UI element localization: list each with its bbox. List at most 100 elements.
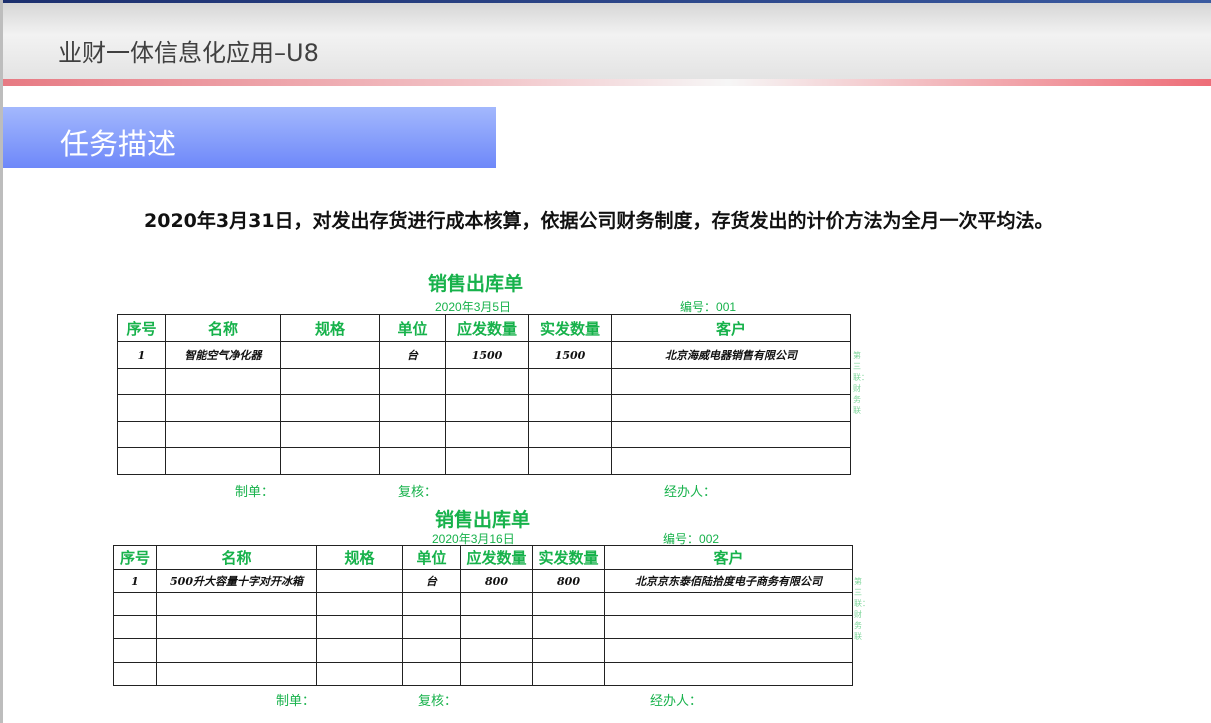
form-date: 2020年3月5日 bbox=[435, 300, 512, 314]
sign-reviewer: 复核： bbox=[398, 485, 438, 500]
table-cell bbox=[280, 394, 380, 422]
table-cell: 1 bbox=[117, 341, 166, 369]
table-cell bbox=[113, 615, 157, 639]
sign-reviewer: 复核： bbox=[418, 694, 458, 709]
table-cell bbox=[316, 638, 403, 663]
table-cell bbox=[379, 421, 446, 448]
table-row bbox=[113, 662, 853, 686]
copy-note: 第三联：财务联 bbox=[854, 577, 870, 641]
sales-outbound-table: 序号 名称 规格 单位 应发数量 实发数量 客户 1 500升大容量十字对开冰箱台 800 800 北… bbox=[113, 545, 853, 686]
table-cell bbox=[528, 368, 612, 395]
table-cell bbox=[316, 615, 403, 639]
column-header: 单位 bbox=[402, 545, 461, 570]
sign-preparer: 制单： bbox=[235, 485, 275, 500]
column-header: 规格 bbox=[316, 545, 403, 570]
column-header: 名称 bbox=[165, 314, 281, 342]
form-title: 销售出库单 bbox=[428, 273, 524, 295]
task-description: 2020年3月31日，对发出存货进行成本核算，依据公司财务制度，存货发出的计价方… bbox=[144, 210, 1054, 232]
table-cell bbox=[156, 662, 317, 686]
table-cell bbox=[280, 421, 380, 448]
table-cell bbox=[528, 394, 612, 422]
column-header: 实发数量 bbox=[532, 545, 605, 570]
table-cell bbox=[113, 592, 157, 616]
table-cell bbox=[117, 394, 166, 422]
table-row bbox=[117, 368, 851, 395]
table-cell bbox=[113, 662, 157, 686]
table-cell: 台 bbox=[402, 569, 461, 593]
table-cell bbox=[117, 447, 166, 475]
table-row bbox=[113, 615, 853, 639]
table-cell bbox=[460, 662, 533, 686]
table-cell bbox=[117, 368, 166, 395]
table-cell: 800 bbox=[460, 569, 533, 593]
header-row: 序号 名称 规格 单位 应发数量 实发数量 客户 bbox=[117, 314, 851, 342]
table-cell: 1 bbox=[113, 569, 157, 593]
table-cell bbox=[532, 662, 605, 686]
table-cell bbox=[611, 421, 851, 448]
table-cell bbox=[156, 638, 317, 663]
section-title: 任务描述 bbox=[60, 127, 177, 161]
table-cell bbox=[165, 447, 281, 475]
table-cell bbox=[316, 592, 403, 616]
table-cell bbox=[280, 368, 380, 395]
table-row bbox=[113, 592, 853, 616]
table-cell bbox=[402, 638, 461, 663]
table-cell bbox=[445, 421, 529, 448]
table-cell bbox=[165, 368, 281, 395]
table-row: 1 500升大容量十字对开冰箱台 800 800 北京京东泰佰陆拾度电子商务有限公司 bbox=[113, 569, 853, 593]
table-cell bbox=[460, 638, 533, 663]
table-row: 1 智能空气净化器台 1500 1500 北京海威电器销售有限公司 bbox=[117, 341, 851, 369]
form-number: 002 bbox=[699, 532, 720, 546]
table-cell bbox=[165, 394, 281, 422]
table-cell bbox=[445, 447, 529, 475]
table-cell bbox=[379, 447, 446, 475]
header-row: 序号 名称 规格 单位 应发数量 实发数量 客户 bbox=[113, 545, 853, 570]
table-cell bbox=[316, 662, 403, 686]
table-cell bbox=[604, 662, 853, 686]
header-divider bbox=[3, 79, 1211, 86]
table-cell bbox=[379, 368, 446, 395]
table-cell: 智能空气净化器 bbox=[165, 341, 281, 369]
slide-title: 业财一体信息化应用–U8 bbox=[58, 39, 319, 67]
form-number-label: 编号： bbox=[680, 300, 717, 314]
column-header: 名称 bbox=[156, 545, 317, 570]
table-cell bbox=[402, 615, 461, 639]
table-cell: 1500 bbox=[445, 341, 529, 369]
table-cell bbox=[611, 368, 851, 395]
table-cell bbox=[165, 421, 281, 448]
table-row bbox=[113, 638, 853, 663]
column-header: 客户 bbox=[611, 314, 851, 342]
table-cell bbox=[113, 638, 157, 663]
form-number: 001 bbox=[716, 300, 737, 314]
table-cell bbox=[379, 394, 446, 422]
table-cell: 800 bbox=[532, 569, 605, 593]
table-cell bbox=[402, 592, 461, 616]
table-cell bbox=[280, 447, 380, 475]
table-cell bbox=[604, 638, 853, 663]
sign-preparer: 制单： bbox=[276, 694, 316, 709]
form-number-label: 编号： bbox=[663, 532, 700, 546]
column-header: 单位 bbox=[379, 314, 446, 342]
column-header: 规格 bbox=[280, 314, 380, 342]
table-cell bbox=[460, 615, 533, 639]
table-cell bbox=[316, 569, 403, 593]
table-cell bbox=[604, 615, 853, 639]
section-banner: 任务描述 bbox=[3, 107, 496, 168]
table-cell bbox=[460, 592, 533, 616]
table-cell: 北京海威电器销售有限公司 bbox=[611, 341, 851, 369]
table-cell: 500升大容量十字对开冰箱 bbox=[156, 569, 317, 593]
table-cell bbox=[532, 615, 605, 639]
table-cell bbox=[532, 592, 605, 616]
column-header: 应发数量 bbox=[460, 545, 533, 570]
column-header: 实发数量 bbox=[528, 314, 612, 342]
table-cell bbox=[532, 638, 605, 663]
table-cell bbox=[156, 592, 317, 616]
sign-handler: 经办人： bbox=[664, 485, 717, 500]
table-cell bbox=[604, 592, 853, 616]
table-cell bbox=[280, 341, 380, 369]
table-cell: 台 bbox=[379, 341, 446, 369]
table-cell bbox=[528, 447, 612, 475]
table-cell bbox=[445, 394, 529, 422]
table-cell bbox=[445, 368, 529, 395]
table-cell bbox=[117, 421, 166, 448]
